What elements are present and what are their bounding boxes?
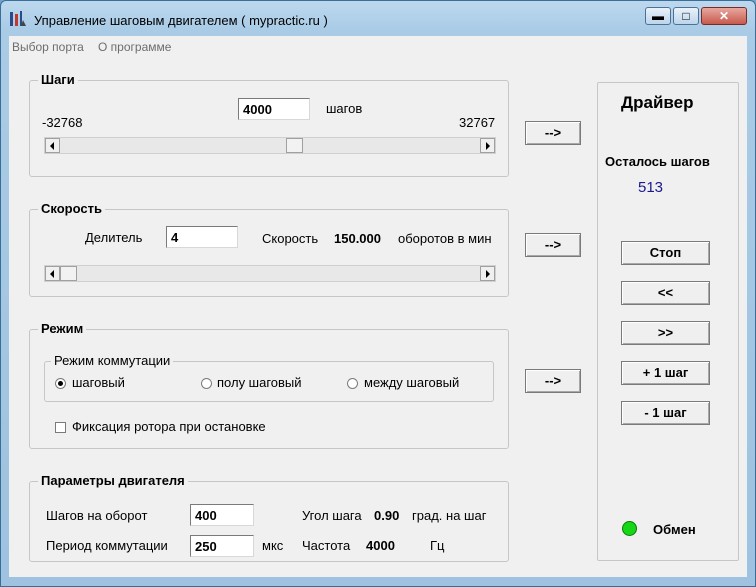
frequency-unit: Гц [430,538,445,553]
hold-rotor-checkbox[interactable] [55,422,66,433]
reverse-button[interactable]: << [621,281,710,305]
steps-per-rev-input[interactable]: 400 [190,504,254,526]
speed-unit-label: оборотов в мин [398,231,492,246]
steps-send-button[interactable]: --> [525,121,581,145]
divider-label: Делитель [85,230,143,245]
menu-bar: Выбор порта О программе [9,36,747,57]
menu-about[interactable]: О программе [98,40,171,54]
commutation-subgroup: Режим коммутации шаговый полу шаговый ме… [44,353,494,402]
speed-slider[interactable] [44,265,496,282]
steps-input[interactable]: 4000 [238,98,310,120]
radio-full-step[interactable] [55,378,66,389]
motor-params-group-title: Параметры двигателя [38,473,188,488]
minimize-button[interactable]: ▬ [645,7,671,25]
speed-value: 150.000 [334,231,381,246]
radio-micro-step[interactable] [347,378,358,389]
period-unit: мкс [262,538,284,553]
exchange-label: Обмен [653,522,696,537]
speed-group-title: Скорость [38,201,105,216]
speed-group: Скорость Делитель 4 Скорость 150.000 обо… [29,201,509,297]
frequency-value: 4000 [366,538,395,553]
speed-label: Скорость [262,231,319,246]
radio-micro-step-label: между шаговый [364,375,460,390]
steps-per-rev-label: Шагов на оборот [46,508,148,523]
app-window: Управление шаговым двигателем ( mypracti… [0,0,756,587]
steps-unit-label: шагов [326,101,363,116]
speed-slider-thumb[interactable] [60,266,77,281]
divider-input[interactable]: 4 [166,226,238,248]
radio-full-step-label: шаговый [72,375,125,390]
mode-group: Режим Режим коммутации шаговый полу шаго… [29,321,509,449]
scroll-left-arrow-icon[interactable] [45,138,60,153]
steps-max-label: 32767 [459,115,496,130]
title-bar[interactable]: Управление шаговым двигателем ( mypracti… [1,1,755,35]
close-button[interactable]: ✕ [701,7,747,25]
mode-send-button[interactable]: --> [525,369,581,393]
client-area: Шаги 4000 шагов -32768 32767 --> Скорост… [9,57,747,577]
mode-group-title: Режим [38,321,87,336]
minus-one-step-button[interactable]: - 1 шаг [621,401,710,425]
steps-slider-thumb[interactable] [286,138,303,153]
remaining-steps-value: 513 [638,179,664,196]
hold-rotor-label: Фиксация ротора при остановке [72,419,266,434]
speed-send-button[interactable]: --> [525,233,581,257]
step-angle-label: Угол шага [302,508,362,523]
steps-group: Шаги 4000 шагов -32768 32767 [29,72,509,177]
steps-min-label: -32768 [42,115,83,130]
step-angle-value: 0.90 [374,508,400,523]
stop-button[interactable]: Стоп [621,241,710,265]
driver-panel: Драйвер Осталось шагов 513 Стоп << >> + … [597,82,739,561]
period-label: Период коммутации [46,538,168,553]
exchange-status-led [622,521,637,536]
period-input[interactable]: 250 [190,535,254,557]
commutation-subgroup-title: Режим коммутации [51,353,174,368]
driver-title: Драйвер [621,93,694,112]
forward-button[interactable]: >> [621,321,710,345]
frequency-label: Частота [302,538,351,553]
window-title: Управление шаговым двигателем ( mypracti… [34,13,328,28]
steps-slider[interactable] [44,137,496,154]
scroll-right-arrow-icon[interactable] [480,266,495,281]
motor-params-group: Параметры двигателя Шагов на оборот 400 … [29,473,509,562]
step-angle-unit: град. на шаг [412,508,487,523]
scroll-right-arrow-icon[interactable] [480,138,495,153]
app-icon [10,11,26,26]
maximize-button[interactable]: □ [673,7,699,25]
menu-port[interactable]: Выбор порта [12,40,84,54]
scroll-left-arrow-icon[interactable] [45,266,60,281]
steps-group-title: Шаги [38,72,78,87]
radio-half-step[interactable] [201,378,212,389]
radio-half-step-label: полу шаговый [217,375,302,390]
plus-one-step-button[interactable]: + 1 шаг [621,361,710,385]
remaining-steps-label: Осталось шагов [605,154,710,169]
